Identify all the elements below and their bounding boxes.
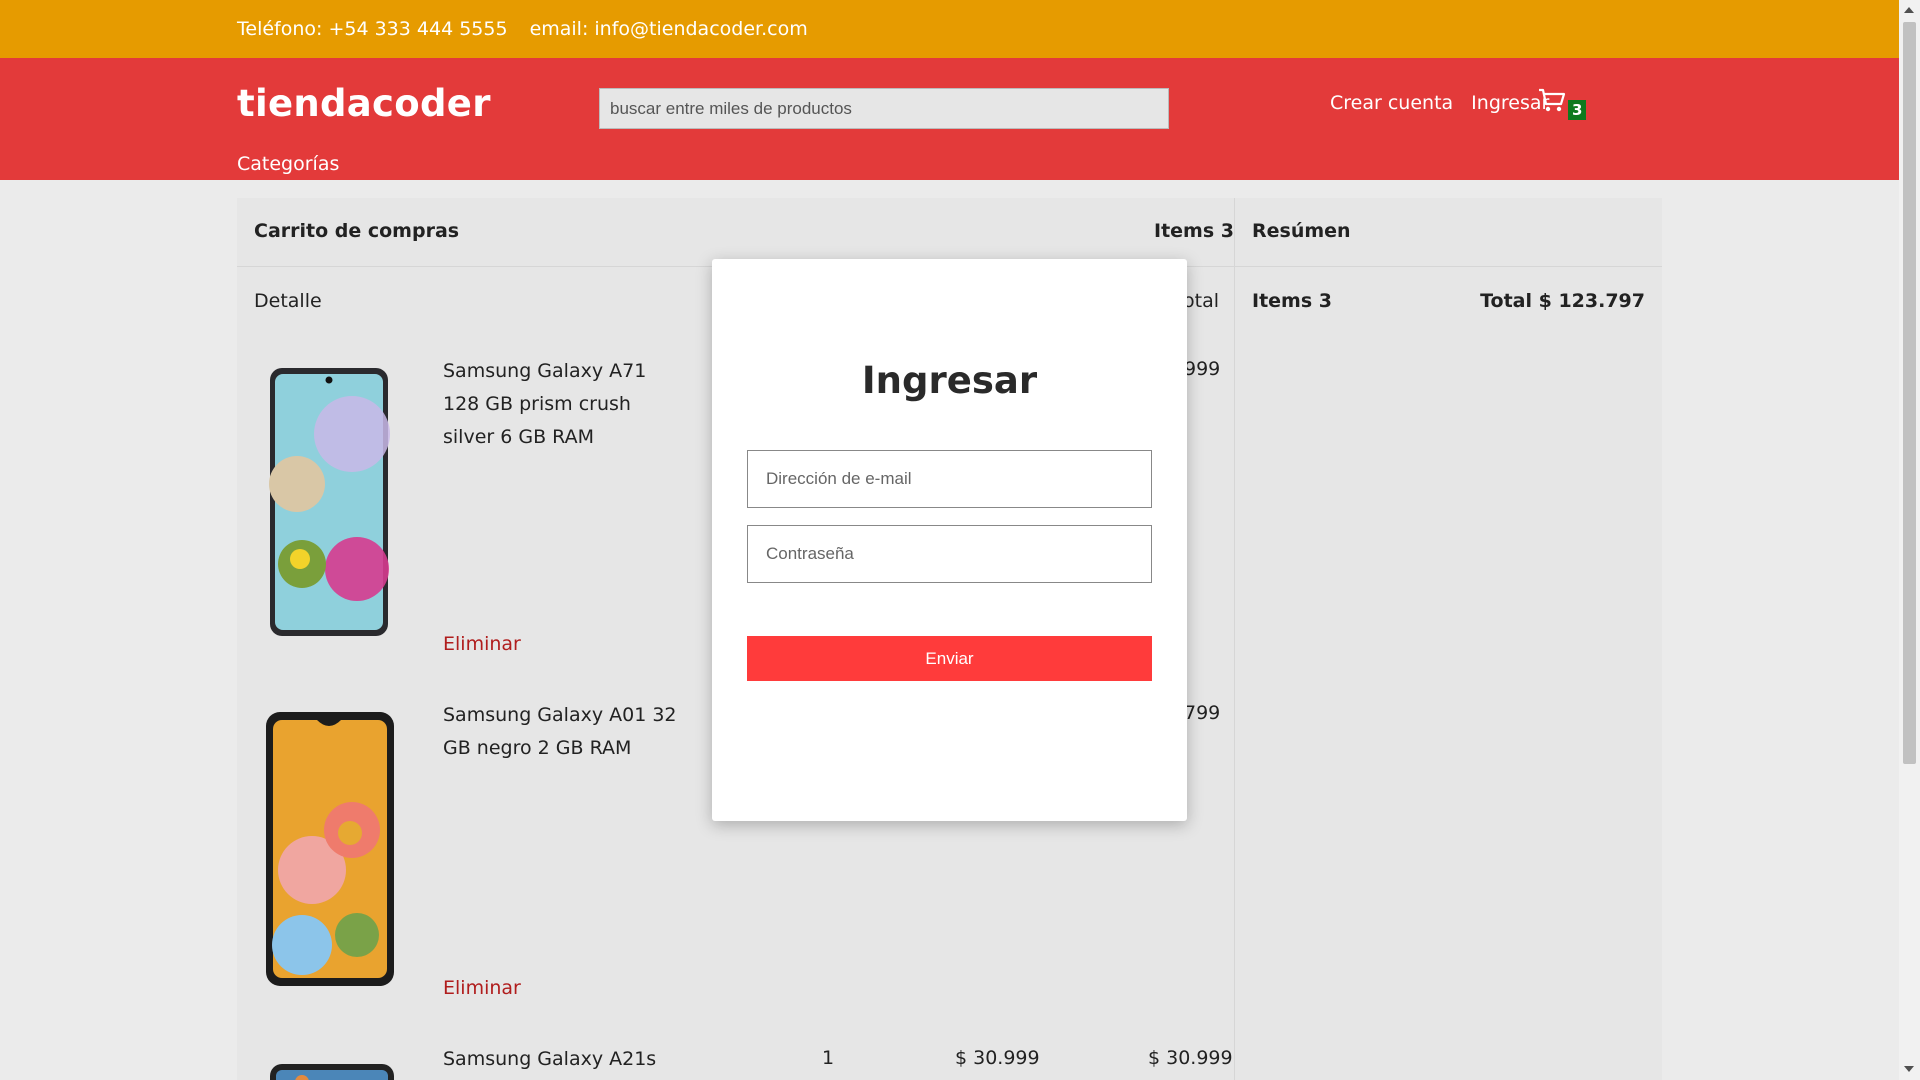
item-total: 999 bbox=[1184, 358, 1221, 380]
detail-column-label: Detalle bbox=[254, 290, 322, 312]
scrollbar-thumb[interactable] bbox=[1903, 22, 1916, 764]
item-total: 799 bbox=[1184, 702, 1221, 724]
account-links: Crear cuenta Ingresar bbox=[1330, 92, 1567, 114]
item-total: $ 30.999 bbox=[1148, 1047, 1233, 1069]
scroll-up-arrow-icon[interactable] bbox=[1904, 7, 1914, 13]
summary-panel: Resúmen Items 3 Total $ 123.797 bbox=[1235, 198, 1662, 1080]
scroll-down-arrow-icon[interactable] bbox=[1904, 1066, 1914, 1072]
remove-item-link[interactable]: Eliminar bbox=[443, 977, 521, 999]
site-header: tiendacoder Crear cuenta Ingresar 3 Cate… bbox=[0, 58, 1899, 180]
top-contact-bar: Teléfono: +54 333 444 5555 email: info@t… bbox=[0, 0, 1899, 58]
item-price: $ 30.999 bbox=[955, 1047, 1040, 1069]
email-field[interactable] bbox=[747, 450, 1152, 508]
product-image-galaxy-a21s bbox=[270, 1064, 394, 1080]
product-name: Samsung Galaxy A71 128 GB prism crush si… bbox=[443, 360, 647, 448]
password-field[interactable] bbox=[747, 525, 1152, 583]
remove-item-link[interactable]: Eliminar bbox=[443, 633, 521, 655]
email-text: email: info@tiendacoder.com bbox=[529, 18, 808, 40]
item-quantity: 1 bbox=[822, 1047, 835, 1069]
cart-items-count: Items 3 bbox=[1154, 220, 1234, 242]
total-column-label: otal bbox=[1183, 290, 1219, 312]
summary-total: Total $ 123.797 bbox=[1480, 290, 1645, 312]
submit-button[interactable]: Enviar bbox=[747, 636, 1152, 681]
product-image-galaxy-a71 bbox=[269, 368, 390, 636]
phone-text: Teléfono: +54 333 444 5555 bbox=[237, 18, 508, 40]
summary-items: Items 3 bbox=[1252, 290, 1332, 312]
product-name: Samsung Galaxy A21s bbox=[443, 1048, 657, 1070]
cart-button[interactable]: 3 bbox=[1538, 88, 1587, 120]
product-name: Samsung Galaxy A01 32 GB negro 2 GB RAM bbox=[443, 704, 677, 759]
login-modal: Ingresar Enviar bbox=[712, 259, 1187, 821]
site-logo[interactable]: tiendacoder bbox=[237, 82, 491, 125]
page: Teléfono: +54 333 444 5555 email: info@t… bbox=[0, 0, 1920, 1080]
cart-count-badge: 3 bbox=[1568, 100, 1587, 120]
summary-title: Resúmen bbox=[1252, 220, 1351, 242]
search-input[interactable] bbox=[599, 88, 1169, 129]
modal-title: Ingresar bbox=[861, 359, 1038, 402]
cart-title: Carrito de compras bbox=[254, 220, 460, 242]
categories-menu[interactable]: Categorías bbox=[237, 153, 339, 175]
cart-icon bbox=[1539, 88, 1566, 112]
scrollbar[interactable] bbox=[1899, 0, 1920, 1080]
create-account-link[interactable]: Crear cuenta bbox=[1330, 92, 1453, 114]
product-image-galaxy-a01 bbox=[266, 712, 394, 986]
